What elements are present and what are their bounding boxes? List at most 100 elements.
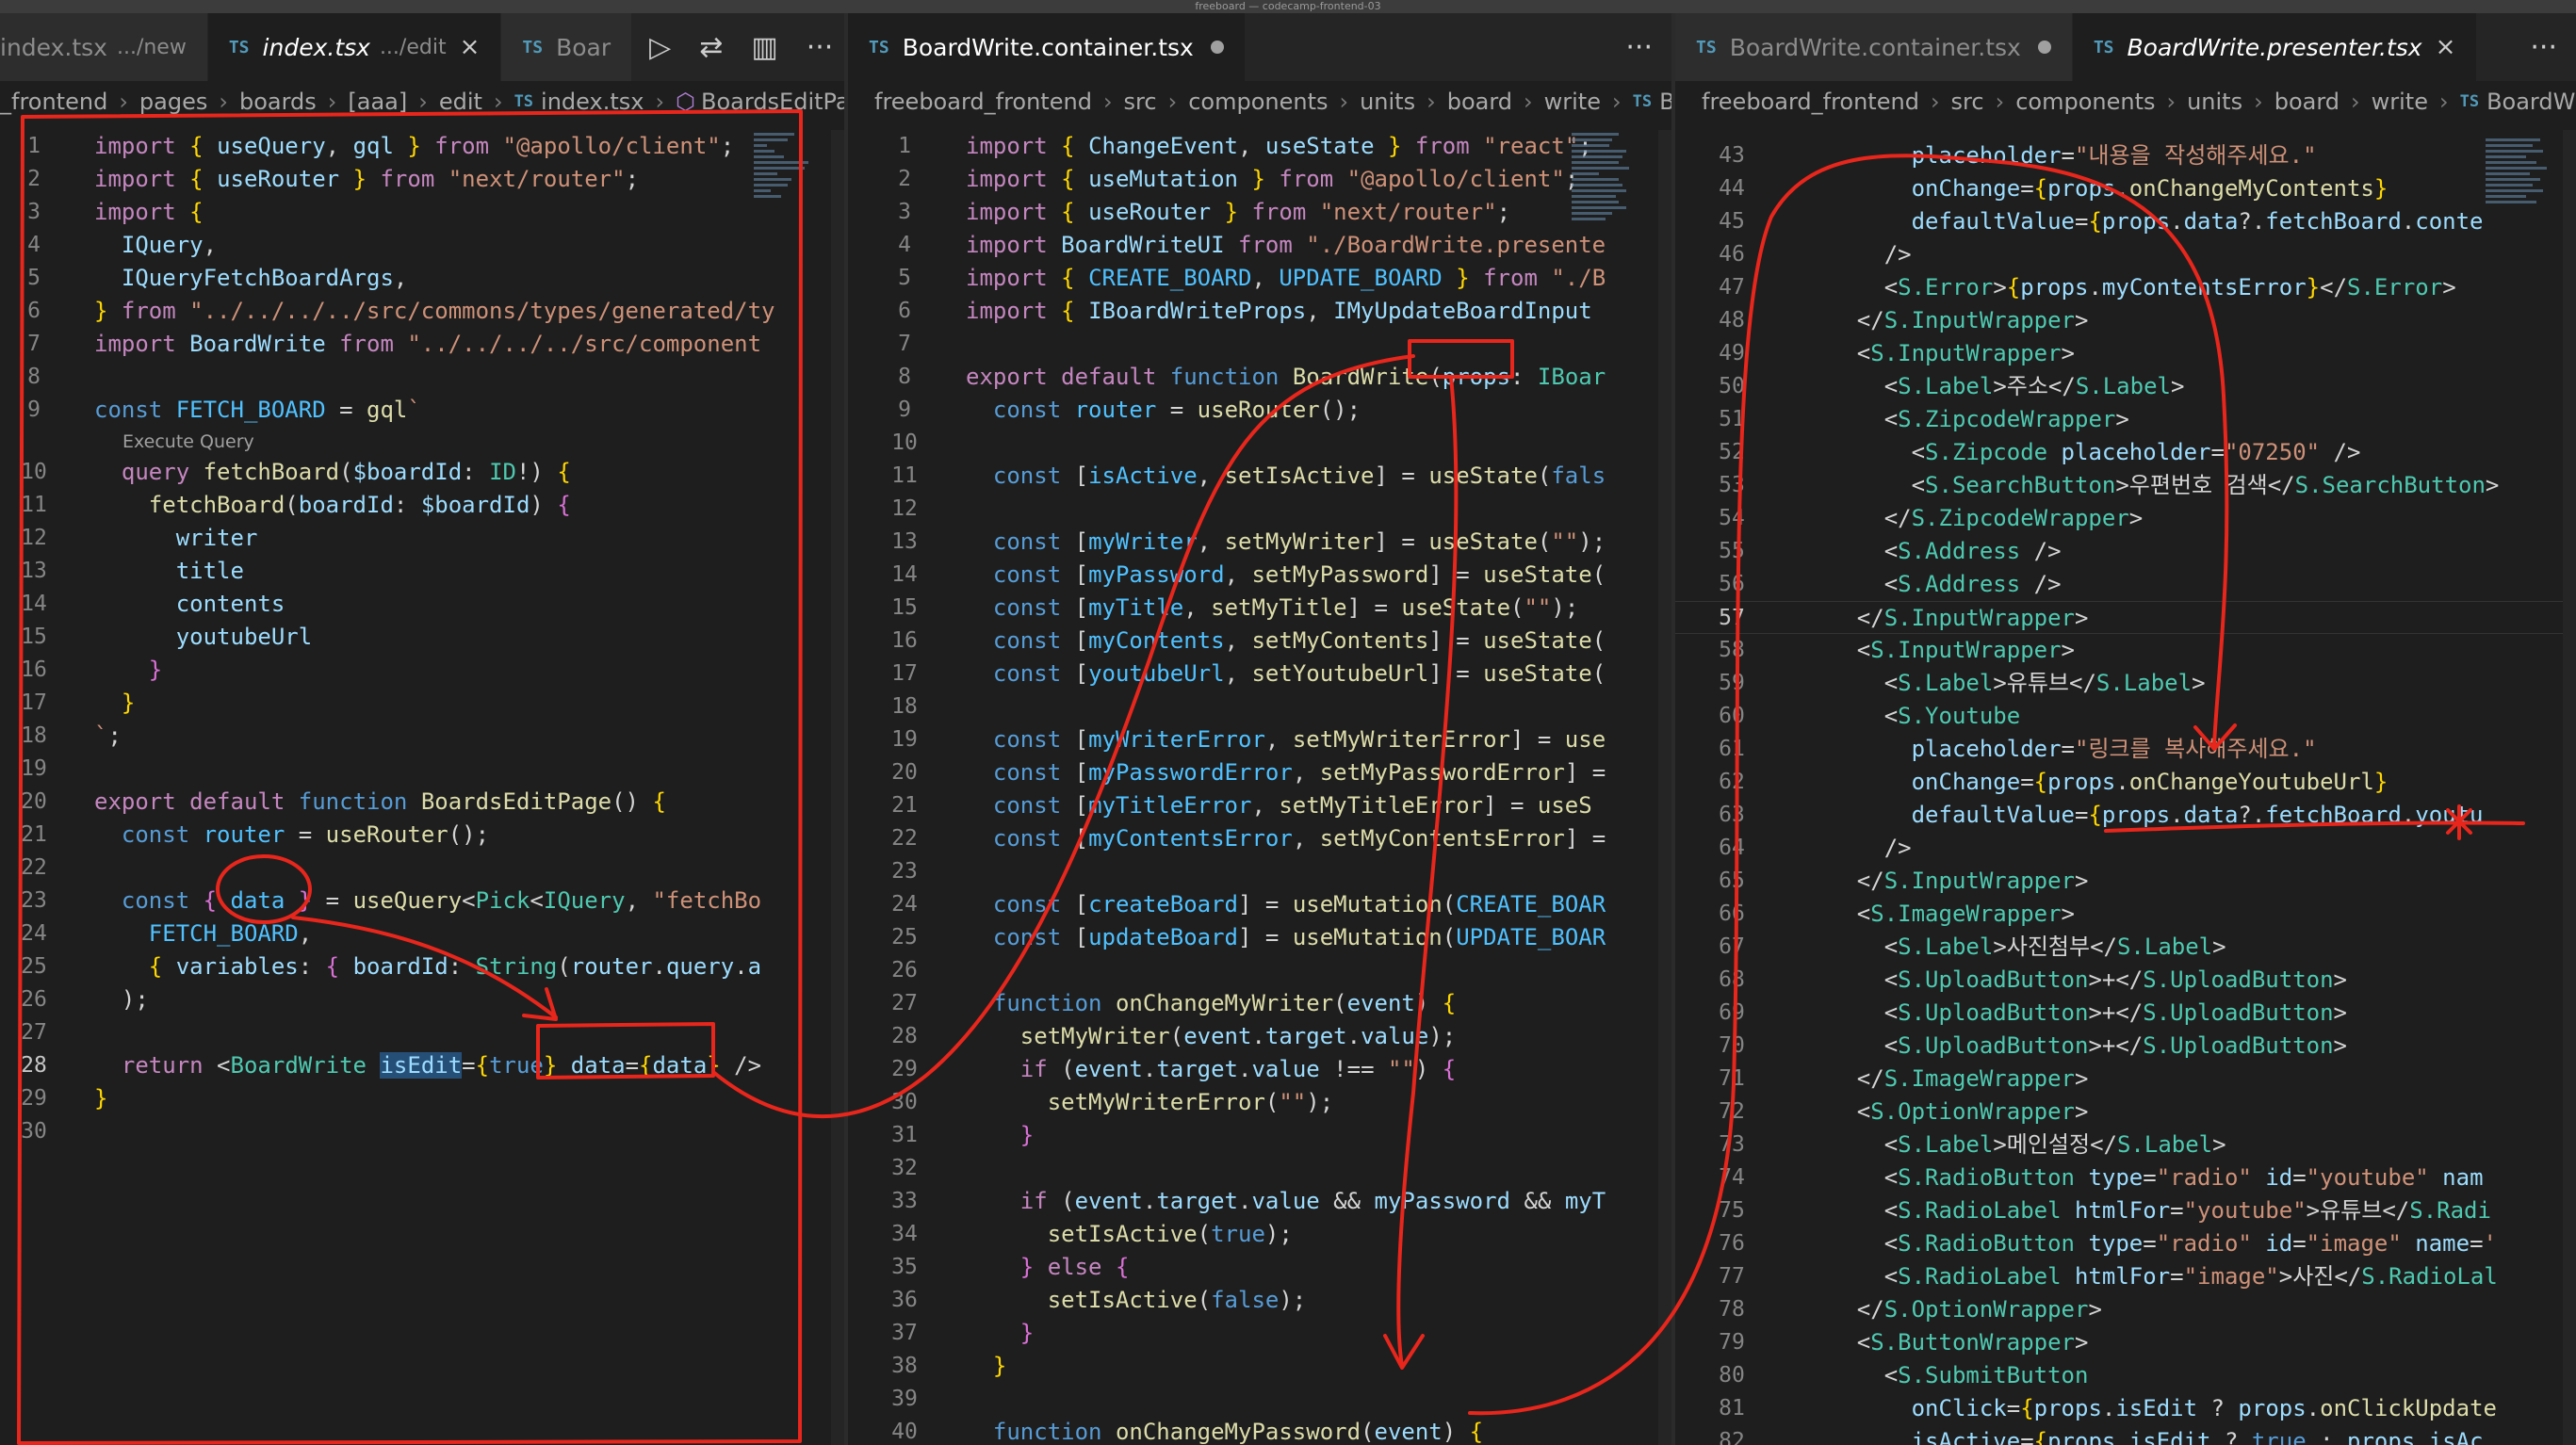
tab-boardwrite[interactable]: TS Boar [501,13,633,81]
scrollbar[interactable] [2563,130,2576,1445]
line-number: 9 [898,398,911,422]
scrollbar[interactable] [831,130,844,1445]
tab-description: .../new [116,35,187,59]
breadcrumb: _frontend › pages › boards › [aaa] › edit › T… [0,81,844,122]
code-line: <S.InputWrapper> [1802,637,2075,663]
tab-index-new[interactable]: index.tsx .../new [0,13,208,81]
run-icon[interactable]: ▷ [649,31,671,64]
breadcrumb-item[interactable]: pages [139,89,207,115]
minimap[interactable] [2486,136,2553,343]
line-number: 82 [1719,1429,1745,1445]
breadcrumb-item[interactable]: units [1360,89,1415,115]
code-line: <S.Label>사진첨부</S.Label> [1802,934,2226,960]
breadcrumb-item[interactable]: freeboard_frontend [874,89,1092,115]
tab-bar: TS BoardWrite.container.tsx ··· [848,13,1671,81]
line-number: 37 [891,1321,918,1345]
tab-file-name: index.tsx [262,33,370,61]
breadcrumb: freeboard_frontend › src › components › uni… [1675,81,2576,122]
breadcrumb-item[interactable]: board [1447,89,1512,115]
code-editor[interactable]: 1 import { ChangeEvent, useState } from "… [848,130,1671,1445]
line-number: 51 [1719,407,1745,431]
line-number: 47 [1719,275,1745,300]
line-number: 60 [1719,704,1745,728]
minimap[interactable] [1572,130,1639,337]
breadcrumb-item[interactable]: [aaa] [348,89,407,115]
line-number: 74 [1719,1165,1745,1190]
line-number: 28 [21,1053,47,1078]
more-actions-icon[interactable]: ··· [1625,31,1653,64]
code-line: } [94,1085,108,1112]
editor-actions: ▷ ⇄ ▥ ··· [632,13,844,81]
line-number: 9 [27,398,41,422]
line-number: 8 [27,365,41,389]
line-number: 68 [1719,967,1745,992]
code-editor[interactable]: 1 import { useQuery, gql } from "@apollo/… [0,130,844,1445]
more-actions-icon[interactable]: ··· [807,31,834,64]
breadcrumb-item[interactable]: edit [439,89,482,115]
line-number: 27 [891,991,918,1015]
code-line: import { useRouter } from "next/router"; [94,166,640,192]
breadcrumb-item[interactable]: src [1124,89,1157,115]
breadcrumb-item[interactable]: board [2274,89,2340,115]
code-line: const [createBoard] = useMutation(CREATE… [992,891,1606,917]
minimap[interactable] [754,130,822,337]
code-line: placeholder="내용을 작성해주세요." [1911,142,2317,169]
line-number: 69 [1719,1000,1745,1025]
code-line: if (event.target.value && myPassword && … [1019,1188,1606,1214]
breadcrumb-item[interactable]: index.tsx [541,89,644,115]
code-line: } [1019,1320,1035,1346]
tab-boardwrite-container[interactable]: TS BoardWrite.container.tsx [848,13,1246,81]
split-editor-icon[interactable]: ▥ [751,31,777,64]
line-number: 23 [21,888,47,913]
close-icon[interactable]: × [2436,33,2456,61]
code-editor[interactable]: 43 placeholder="내용을 작성해주세요." 44 onChange… [1675,130,2576,1445]
line-number: 49 [1719,341,1745,365]
code-line: IQuery, [121,232,218,258]
line-number: 32 [891,1156,918,1180]
breadcrumb-item[interactable]: Board [1659,89,1671,115]
breadcrumb-item[interactable]: BoardWrite.pr [2486,89,2576,115]
breadcrumb-item[interactable]: write [1544,89,1601,115]
code-line: { variables: { boardId: String(router.qu… [148,953,762,980]
line-number: 23 [891,859,918,884]
close-icon[interactable]: × [460,33,481,61]
line-number: 67 [1719,934,1745,959]
code-line: const [myPassword, setMyPassword] = useS… [992,561,1606,588]
scrollbar[interactable] [1658,130,1671,1445]
line-number: 20 [891,760,918,785]
breadcrumb-item[interactable]: freeboard_frontend [1702,89,1919,115]
more-actions-icon[interactable]: ··· [2530,31,2557,64]
unsaved-dot-icon[interactable] [2037,41,2051,54]
tab-boardwrite-presenter[interactable]: TS BoardWrite.presenter.tsx × [2072,13,2478,81]
line-number: 62 [1719,770,1745,794]
code-line: </S.InputWrapper> [1802,868,2089,894]
breadcrumb-item[interactable]: components [1188,89,1328,115]
line-number: 12 [891,496,918,521]
tab-index-edit[interactable]: TS index.tsx .../edit × [207,13,502,81]
line-number: 39 [891,1387,918,1411]
code-line: </S.InputWrapper> [1802,605,2089,631]
line-number: 4 [27,233,41,257]
line-number: 46 [1719,242,1745,267]
line-number: 54 [1719,506,1745,530]
line-number: 11 [21,493,47,517]
breadcrumb-item[interactable]: _frontend [0,89,107,115]
tab-boardwrite-container[interactable]: TS BoardWrite.container.tsx [1675,13,2073,81]
breadcrumb-item[interactable]: BoardsEditPage [701,89,844,115]
breadcrumb-item[interactable]: boards [239,89,317,115]
breadcrumb-item[interactable]: components [2015,89,2155,115]
code-line: <S.UploadButton>+</S.UploadButton> [1802,966,2347,993]
line-number: 56 [1719,572,1745,596]
line-number: 50 [1719,374,1745,398]
compare-changes-icon[interactable]: ⇄ [699,31,723,64]
breadcrumb-item[interactable]: units [2187,89,2242,115]
typescript-file-icon: TS [522,37,544,57]
line-number: 28 [891,1024,918,1048]
codelens-execute-query[interactable]: Execute Query [122,428,254,456]
typescript-file-icon: TS [2459,92,2480,111]
breadcrumb-item[interactable]: src [1951,89,1984,115]
breadcrumb-item[interactable]: write [2372,89,2428,115]
code-line: IQueryFetchBoardArgs, [121,265,408,291]
line-number: 77 [1719,1264,1745,1289]
unsaved-dot-icon[interactable] [1210,41,1224,54]
